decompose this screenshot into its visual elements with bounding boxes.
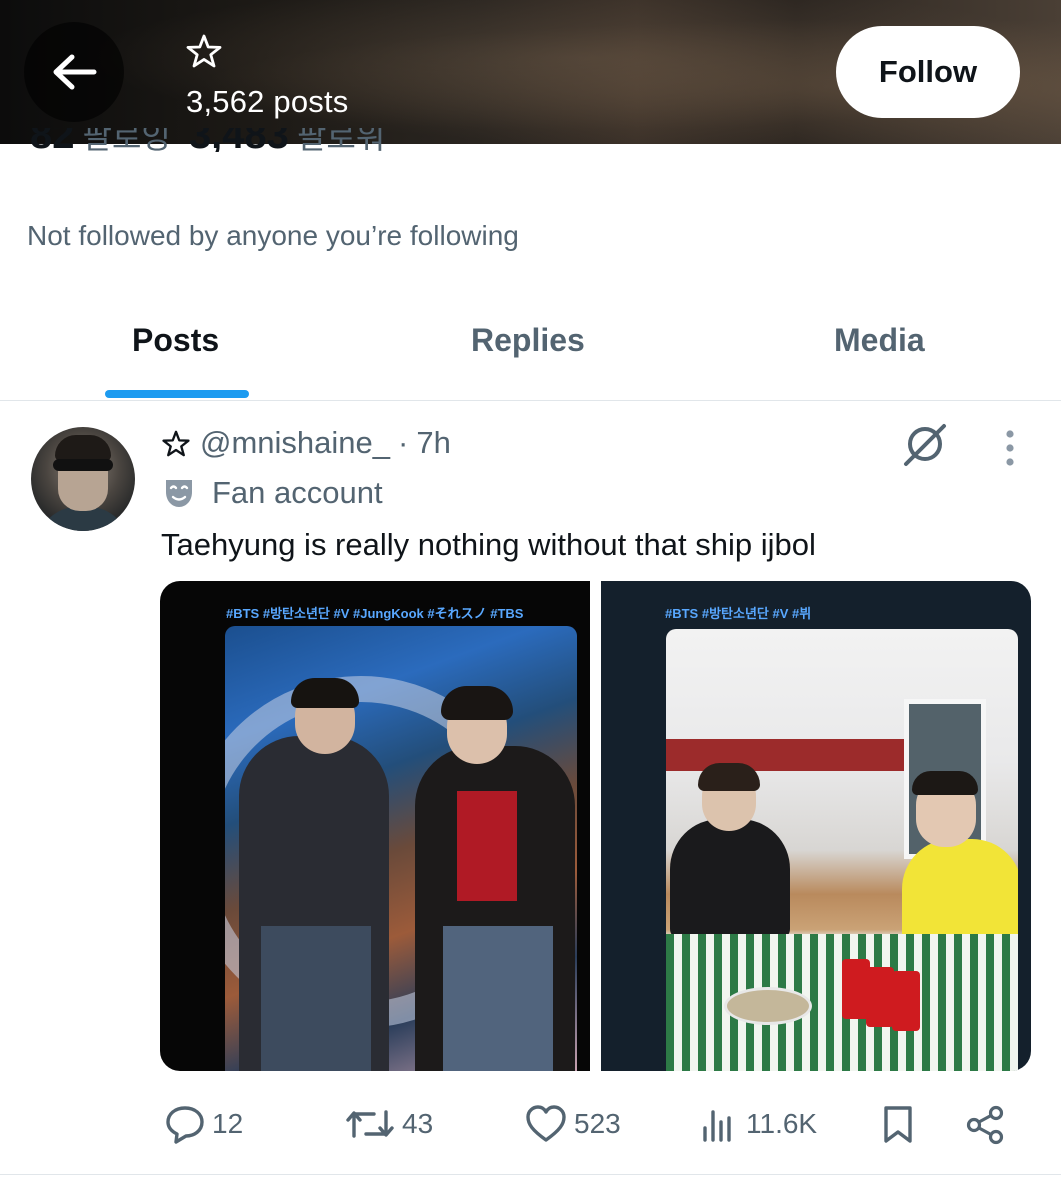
following-count[interactable]: 82: [30, 128, 75, 152]
photo: [225, 626, 577, 1071]
avatar[interactable]: [31, 427, 135, 531]
like-count: 523: [574, 1108, 621, 1139]
heart-icon: [526, 1105, 566, 1142]
followers-count[interactable]: 3,483: [189, 128, 289, 152]
account-label-text: Fan account: [212, 475, 383, 510]
tab-replies[interactable]: Replies: [471, 322, 585, 359]
views-button[interactable]: 11.6K: [700, 1104, 817, 1144]
post-time[interactable]: 7h: [416, 425, 450, 461]
post-actions: 12 43 523 11.6K: [0, 1096, 1061, 1156]
post-image-left[interactable]: #BTS #방탄소년단 #V #JungKook #それスノ #TBS: [160, 581, 590, 1071]
image-hashtags: #BTS #방탄소년단 #V #JungKook #それスノ #TBS: [226, 606, 524, 621]
repost-button[interactable]: 43: [344, 1104, 433, 1144]
more-options-icon[interactable]: [994, 428, 1026, 473]
star-icon: [162, 430, 190, 457]
following-label: 팔로잉: [82, 128, 171, 152]
post-text: Taehyung is really nothing without that …: [161, 527, 816, 562]
tab-posts[interactable]: Posts: [132, 322, 219, 359]
like-button[interactable]: 523: [524, 1104, 621, 1144]
divider: [0, 1174, 1061, 1175]
follow-button[interactable]: Follow: [836, 26, 1020, 118]
share-button[interactable]: [964, 1104, 1012, 1146]
theater-mask-icon: [162, 476, 196, 510]
followers-label: 팔로워: [296, 128, 386, 152]
grok-icon[interactable]: [900, 420, 950, 475]
star-icon: [186, 34, 222, 73]
post-header: @mnishaine_ · 7h: [162, 425, 451, 461]
reply-icon: [166, 1106, 204, 1144]
post-handle[interactable]: @mnishaine_: [200, 425, 390, 461]
back-button[interactable]: [24, 22, 124, 122]
profile-tabs: Posts Replies Media: [0, 300, 1061, 400]
arrow-left-icon: [53, 54, 97, 90]
post-image-right[interactable]: #BTS #방탄소년단 #V #뷔: [601, 581, 1031, 1071]
share-icon: [966, 1105, 1004, 1145]
account-label: Fan account: [162, 475, 383, 511]
active-tab-indicator: [105, 390, 249, 398]
analytics-icon: [703, 1110, 731, 1142]
post-count: 3,562 posts: [186, 84, 349, 119]
post-media: #BTS #방탄소년단 #V #JungKook #それスノ #TBS #BTS…: [160, 581, 1031, 1071]
repost-icon: [346, 1110, 394, 1138]
separator: ·: [398, 425, 409, 460]
divider: [0, 400, 1061, 401]
profile-stats: 82 팔로잉 3,483 팔로워: [30, 128, 450, 152]
not-followed-text: Not followed by anyone you’re following: [27, 220, 519, 251]
views-count: 11.6K: [746, 1108, 818, 1139]
reply-button[interactable]: 12: [164, 1104, 243, 1144]
bookmark-icon: [884, 1106, 912, 1143]
repost-count: 43: [402, 1108, 434, 1139]
reply-count: 12: [212, 1108, 244, 1139]
photo: [666, 629, 1018, 1071]
bookmark-button[interactable]: [880, 1104, 922, 1144]
image-hashtags: #BTS #방탄소년단 #V #뷔: [665, 606, 812, 621]
tab-media[interactable]: Media: [834, 322, 925, 359]
